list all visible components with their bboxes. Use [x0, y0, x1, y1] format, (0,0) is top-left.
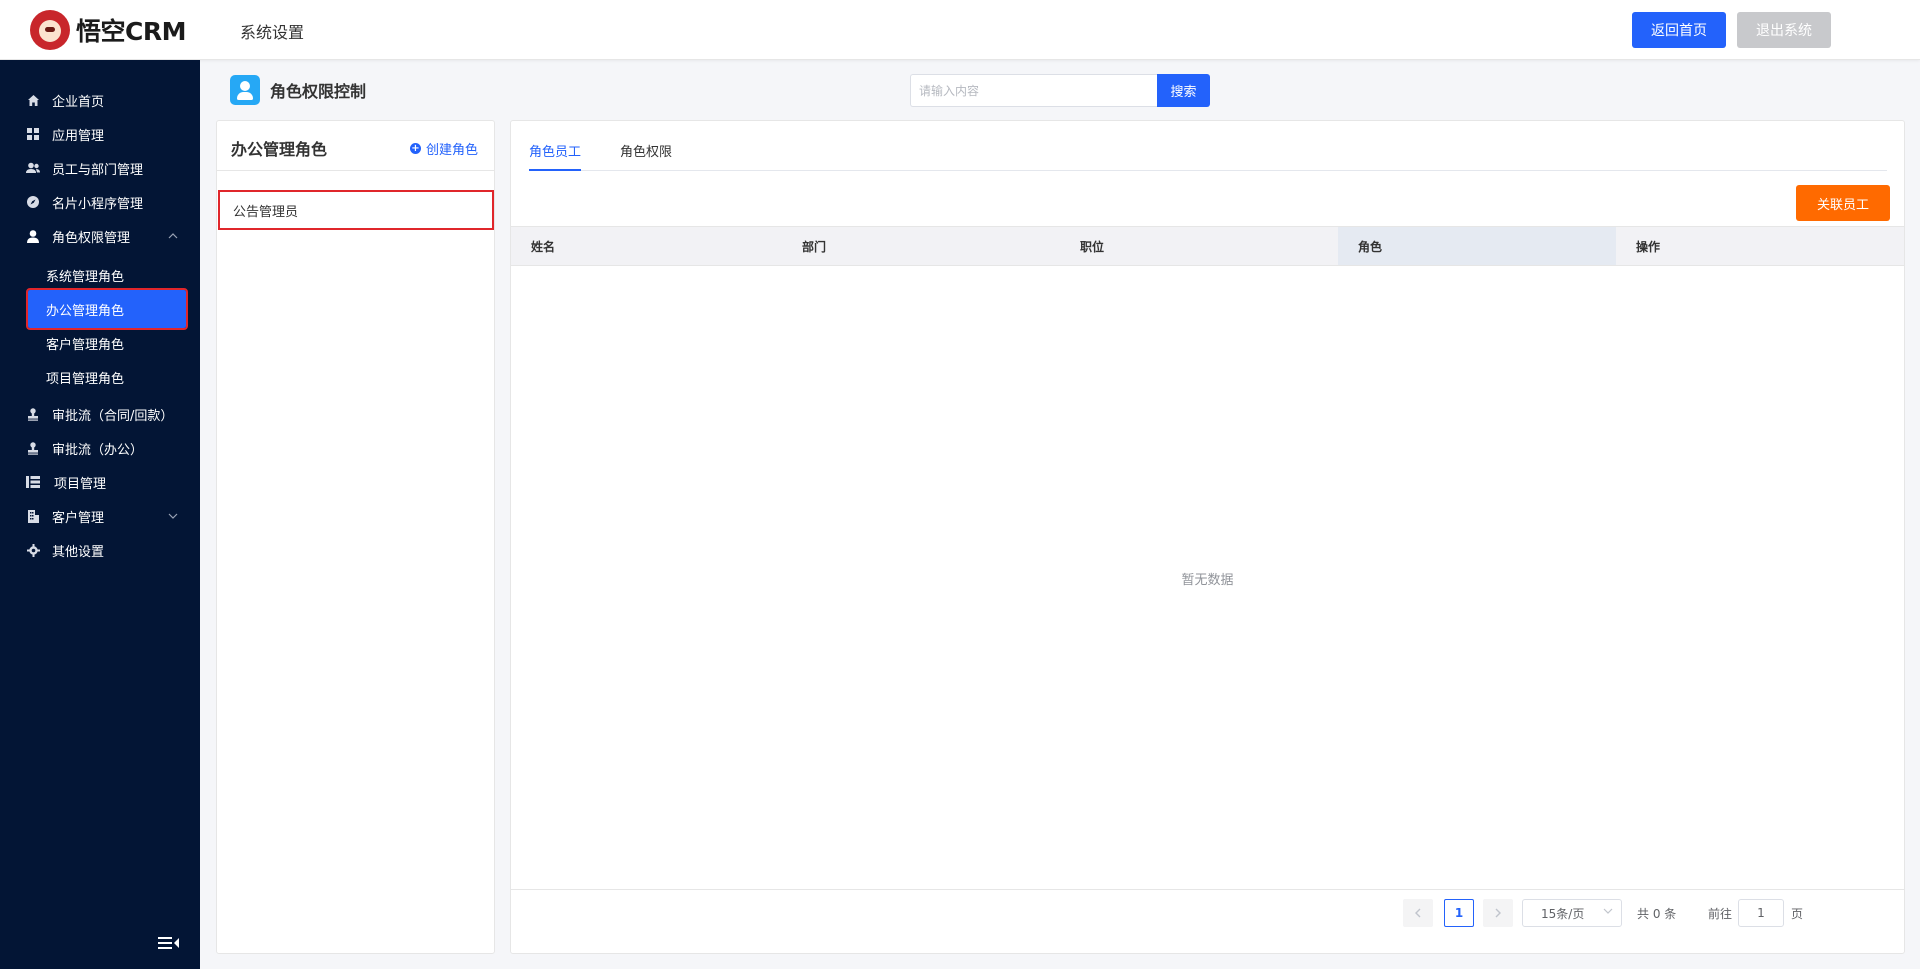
exit-system-button[interactable]: 退出系统 [1737, 12, 1831, 48]
sidebar-item-label: 角色权限管理 [52, 230, 131, 246]
column-header-role[interactable]: 角色 [1338, 227, 1616, 265]
monkey-logo-icon [30, 10, 70, 50]
user-icon [26, 229, 40, 243]
column-header-name[interactable]: 姓名 [511, 227, 782, 265]
divider [217, 170, 494, 171]
sidebar-item-label: 名片小程序管理 [52, 196, 144, 212]
sidebar-collapse-icon[interactable] [158, 936, 182, 954]
chevron-up-icon [168, 231, 178, 242]
page-section-title: 系统设置 [240, 23, 305, 42]
sidebar-item-label: 其他设置 [52, 544, 105, 560]
role-name: 公告管理员 [233, 204, 299, 220]
stamp-icon [26, 441, 40, 455]
sidebar-subitem-office-roles[interactable]: 办公管理角色 [26, 288, 188, 330]
sidebar-subitem-label: 项目管理角色 [46, 371, 125, 387]
page-title: 角色权限控制 [270, 82, 367, 101]
sidebar-subitem-project-roles[interactable]: 项目管理角色 [28, 358, 186, 396]
sidebar-subitem-label: 办公管理角色 [46, 303, 125, 319]
chevron-right-icon [1495, 908, 1501, 918]
goto-label: 前往 [1708, 907, 1733, 921]
list-icon [26, 475, 40, 489]
role-list-item[interactable]: 公告管理员 [218, 190, 494, 230]
column-header-actions[interactable]: 操作 [1616, 227, 1904, 265]
sidebar-subitem-customer-roles[interactable]: 客户管理角色 [28, 324, 186, 362]
empty-state-text: 暂无数据 [1181, 573, 1234, 588]
sidebar-item-role-permissions[interactable]: 角色权限管理 [0, 216, 200, 256]
plus-circle-icon: + [409, 143, 421, 154]
tab-role-staff[interactable]: 角色员工 [529, 141, 582, 171]
grid-icon [26, 127, 40, 141]
gear-icon [26, 543, 40, 557]
role-panel-title: 办公管理角色 [231, 140, 328, 159]
return-home-button[interactable]: 返回首页 [1632, 12, 1726, 48]
column-header-position[interactable]: 职位 [1060, 227, 1338, 265]
sidebar-subitem-label: 系统管理角色 [46, 269, 125, 285]
sidebar-item-label: 审批流（合同/回款） [52, 408, 174, 424]
create-role-button[interactable]: + 创建角色 [409, 139, 478, 158]
goto-suffix: 页 [1791, 907, 1804, 921]
sidebar-item-label: 应用管理 [52, 128, 105, 144]
divider [511, 889, 1904, 890]
sidebar-item-label: 审批流（办公） [52, 442, 144, 458]
building-icon [26, 509, 40, 523]
sidebar-item-label: 客户管理 [52, 510, 105, 526]
logo-text: 悟空CRM [76, 17, 186, 46]
sidebar-subitem-label: 客户管理角色 [46, 337, 125, 353]
sidebar-subitem-system-roles[interactable]: 系统管理角色 [28, 256, 186, 294]
chevron-down-icon [168, 511, 178, 522]
page-size-value: 15条/页 [1541, 906, 1585, 921]
page-heading: 角色权限控制 [230, 74, 366, 106]
create-role-label: 创建角色 [425, 143, 478, 158]
logo[interactable]: 悟空CRM [30, 10, 186, 50]
chevron-down-icon [1603, 906, 1613, 917]
goto-page-input[interactable] [1738, 899, 1784, 927]
home-icon [26, 93, 40, 107]
next-page-button[interactable] [1483, 899, 1513, 927]
sidebar-item-label: 项目管理 [54, 476, 107, 492]
stamp-icon [26, 407, 40, 421]
sidebar-item-label: 企业首页 [52, 94, 105, 110]
page-number-button[interactable]: 1 [1444, 899, 1474, 927]
chevron-left-icon [1415, 908, 1421, 918]
total-count: 共 0 条 [1637, 907, 1677, 921]
link-staff-button[interactable]: 关联员工 [1796, 185, 1890, 221]
page-size-select[interactable]: 15条/页 [1522, 899, 1622, 927]
users-icon [26, 161, 40, 175]
tab-bar: 角色员工 角色权限 [529, 121, 1887, 171]
compass-icon [26, 195, 40, 209]
user-badge-icon [230, 75, 260, 105]
prev-page-button[interactable] [1403, 899, 1433, 927]
sidebar-item-other-settings[interactable]: 其他设置 [0, 530, 200, 570]
column-header-department[interactable]: 部门 [782, 227, 1060, 265]
search-button[interactable]: 搜索 [1157, 74, 1210, 107]
tab-role-permissions[interactable]: 角色权限 [620, 141, 672, 171]
search-input[interactable] [910, 74, 1157, 107]
role-detail-panel: 角色员工 角色权限 关联员工 姓名 部门 职位 角色 操作 暂无数据 1 15条… [510, 120, 1905, 954]
table-header: 姓名 部门 职位 角色 操作 [511, 226, 1904, 266]
top-header: 悟空CRM 系统设置 返回首页 退出系统 [0, 0, 1920, 60]
sidebar-item-label: 员工与部门管理 [52, 162, 144, 178]
sidebar: 企业首页 应用管理 员工与部门管理 名片小程序管理 角色权限管理 系统管理角色 … [0, 60, 200, 969]
role-list-panel: 办公管理角色 + 创建角色 公告管理员 [216, 120, 495, 954]
